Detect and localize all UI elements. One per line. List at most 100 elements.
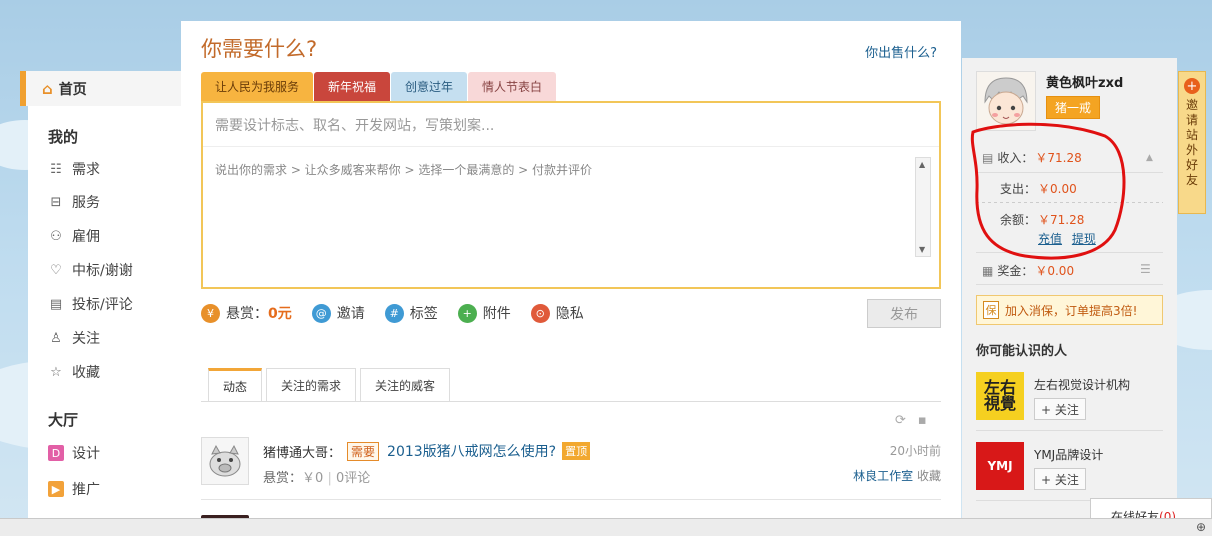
scroll-up-icon[interactable]: ▲ (919, 160, 925, 169)
reward-label: 悬赏： (226, 306, 268, 322)
bonus-label: 奖金： (997, 264, 1034, 278)
follow-button[interactable]: + 关注 (1034, 468, 1086, 490)
feed-links: 林良工作室 收藏 (853, 467, 941, 484)
zoom-icon[interactable]: ⊕ (1196, 520, 1206, 534)
tab-followed-demands[interactable]: 关注的需求 (266, 368, 357, 401)
person-logo[interactable]: YMJ (976, 442, 1024, 490)
attach-option[interactable]: + 附件 (457, 303, 511, 323)
balance-row: 余额： ￥71.28 (1000, 211, 1084, 228)
reward-option[interactable]: ¥ 悬赏： 0元 (201, 303, 292, 323)
category-tabs: 让人民为我服务 新年祝福 创意过年 情人节表白 (201, 72, 557, 101)
reward-value: 0元 (268, 306, 292, 322)
demand-input-box[interactable]: 需要设计标志、取名、开发网站，写策划案... 说出你的需求 > 让众多威客来帮你… (201, 101, 941, 289)
tab-followed-workers[interactable]: 关注的威客 (360, 368, 451, 401)
expense-row: 支出： ￥0.00 (1000, 180, 1077, 197)
avatar[interactable] (201, 437, 249, 485)
people-icon: ⚇ (50, 228, 62, 244)
divider (976, 252, 1163, 253)
suggested-person: 左右 視覺 左右视觉设计机构 + 关注 (976, 372, 1163, 432)
feed-title-link[interactable]: 2013版猪八戒网怎么使用? (387, 441, 556, 461)
tags-option[interactable]: # 标签 (384, 303, 438, 323)
income-label: 收入： (997, 151, 1034, 165)
chat-icon[interactable]: ▪ (918, 413, 927, 428)
feed-tabs: 动态 关注的需求 关注的威客 (208, 368, 454, 401)
right-panel: 黄色枫叶zxd 猪一戒 ▤ 收入： ￥71.28 ▲ 支出： ￥0.00 余额：… (962, 58, 1177, 536)
pinned-badge: 置顶 (562, 442, 591, 460)
star-icon: ☆ (50, 364, 62, 380)
invite-label: 邀请 (336, 306, 365, 322)
user-name[interactable]: 黄色枫叶zxd (1046, 72, 1123, 91)
feed-tools: ⟳ ▪ (895, 413, 927, 428)
list-icon[interactable]: ☰ (1140, 262, 1151, 276)
nav-item-follow[interactable]: ♙ 关注 (48, 327, 100, 349)
divider (976, 430, 1163, 431)
nav-item-label: 服务 (72, 195, 100, 211)
privacy-option[interactable]: ⊙ 隐私 (530, 303, 584, 323)
suggested-person: YMJ YMJ品牌设计 + 关注 (976, 442, 1163, 502)
nav-item-promotion[interactable]: ▶ 推广 (48, 478, 100, 500)
feed-comments[interactable]: 0评论 (336, 471, 370, 486)
privacy-label: 隐私 (555, 306, 584, 322)
people-you-may-know-title: 你可能认识的人 (976, 344, 1068, 359)
nav-item-favorites[interactable]: ☆ 收藏 (48, 361, 100, 383)
invite-friends-tab[interactable]: + 邀请站外好友 (1178, 71, 1206, 214)
nav-item-service[interactable]: ⊟ 服务 (48, 191, 100, 213)
income-row: ▤ 收入： ￥71.28 (982, 149, 1082, 166)
demand-badge: 需要 (347, 441, 380, 461)
nav-home-label: 首页 (58, 81, 87, 98)
invite-option[interactable]: @ 邀请 (311, 303, 365, 323)
collapse-icon[interactable]: ▲ (1146, 153, 1153, 163)
user-avatar[interactable] (976, 71, 1036, 131)
divider (976, 172, 1163, 173)
tab-valentine[interactable]: 情人节表白 (468, 72, 557, 101)
gift-icon: ▦ (982, 263, 994, 278)
balance-value: ￥71.28 (1038, 213, 1085, 227)
nav-item-design[interactable]: D 设计 (48, 442, 100, 464)
process-steps: 说出你的需求 > 让众多威客来帮你 > 选择一个最满意的 > 付款并评价 (215, 163, 593, 177)
tab-creative-new-year[interactable]: 创意过年 (391, 72, 468, 101)
tab-serve-me[interactable]: 让人民为我服务 (201, 72, 314, 101)
page-title: 你需要什么? (201, 37, 318, 61)
studio-link[interactable]: 林良工作室 (853, 469, 913, 483)
nav-item-label: 关注 (72, 331, 100, 347)
nav-item-won[interactable]: ♡ 中标/谢谢 (48, 259, 133, 281)
person-name[interactable]: 左右视觉设计机构 (1034, 376, 1130, 393)
divider (201, 499, 941, 500)
level-badge: 猪一戒 (1046, 96, 1101, 119)
expense-value: ￥0.00 (1038, 182, 1077, 196)
refresh-icon[interactable]: ⟳ (895, 413, 906, 428)
follow-button[interactable]: + 关注 (1034, 398, 1086, 420)
list-icon: ☷ (50, 161, 62, 177)
insurance-banner[interactable]: 保 加入消保，订单提高3倍! (976, 295, 1163, 325)
scroll-down-icon[interactable]: ▼ (919, 245, 925, 254)
publish-button[interactable]: 发布 (867, 299, 941, 328)
nav-item-label: 中标/谢谢 (72, 263, 133, 279)
withdraw-link[interactable]: 提现 (1072, 232, 1096, 246)
nav-item-label: 推广 (72, 482, 100, 498)
nav-item-bids[interactable]: ▤ 投标/评论 (48, 293, 133, 315)
browser-status-bar: ⊕ (0, 518, 1212, 536)
tags-label: 标签 (409, 306, 438, 322)
invite-label: 邀请站外好友 (1185, 98, 1198, 187)
demand-title-input[interactable]: 需要设计标志、取名、开发网站，写策划案... (203, 103, 939, 147)
favorite-link[interactable]: 收藏 (917, 469, 941, 483)
user-icon: ♙ (50, 330, 62, 346)
comment-icon: ▤ (49, 296, 63, 312)
tab-new-year-wish[interactable]: 新年祝福 (314, 72, 391, 101)
tab-activity[interactable]: 动态 (208, 368, 263, 401)
promo-icon: ▶ (48, 481, 64, 497)
balance-label: 余额： (1000, 213, 1037, 227)
nav-item-demand[interactable]: ☷ 需求 (48, 158, 100, 180)
income-value: ￥71.28 (1035, 151, 1082, 165)
nav-item-label: 雇佣 (72, 229, 100, 245)
sell-link[interactable]: 你出售什么? (865, 42, 937, 61)
person-logo[interactable]: 左右 視覺 (976, 372, 1024, 420)
feed-user[interactable]: 猪博通大哥： (263, 442, 341, 461)
feed-title-row: 猪博通大哥： 需要 2013版猪八戒网怎么使用? 置顶 (263, 441, 591, 461)
recharge-link[interactable]: 充值 (1038, 232, 1062, 246)
scrollbar[interactable]: ▲ ▼ (915, 157, 931, 257)
nav-item-employ[interactable]: ⚇ 雇佣 (48, 225, 100, 247)
person-name[interactable]: YMJ品牌设计 (1034, 446, 1103, 463)
expense-label: 支出： (1000, 182, 1037, 196)
nav-home[interactable]: ⌂ 首页 (20, 71, 181, 106)
